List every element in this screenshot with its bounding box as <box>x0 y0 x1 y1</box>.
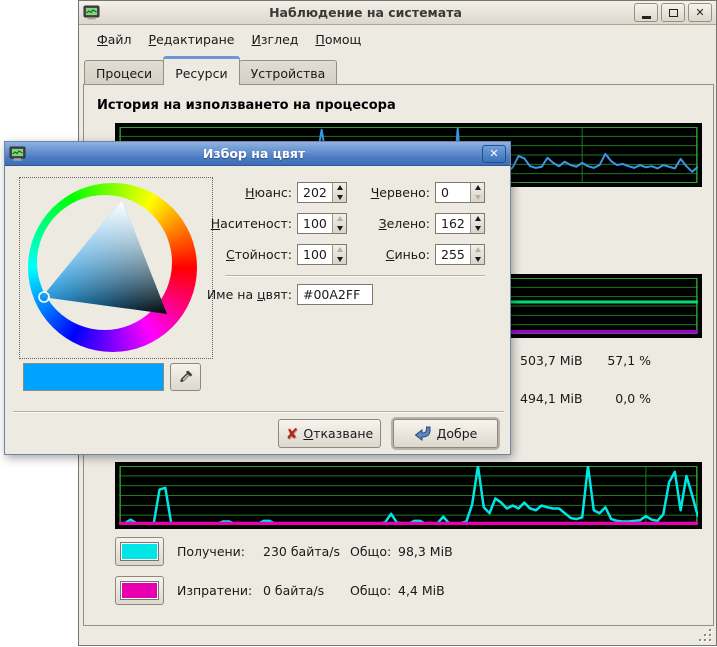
cancel-button[interactable]: ✘ Отказване <box>278 419 381 448</box>
spin-down-icon[interactable] <box>333 255 346 265</box>
menubar: Файл Редактиране Изглед Помощ <box>80 26 715 53</box>
ok-icon <box>414 426 432 441</box>
color-name-label: Име на цвят: <box>185 284 292 305</box>
spin-up-icon[interactable] <box>333 214 346 224</box>
red-spinner[interactable]: 0 <box>435 182 485 203</box>
menu-view[interactable]: Изглед <box>245 29 306 50</box>
system-monitor-icon <box>83 5 100 20</box>
tab-devices[interactable]: Устройства <box>239 60 338 85</box>
close-icon: ✕ <box>695 6 704 19</box>
memory-amount: 503,7 MiB <box>520 353 583 368</box>
memory-percent: 57,1 % <box>607 353 651 368</box>
received-total-label: Общо: <box>350 544 398 559</box>
main-window-title: Наблюдение на системата <box>100 5 631 20</box>
maximize-icon <box>669 9 678 17</box>
sent-color-button[interactable] <box>115 576 164 605</box>
spin-down-icon[interactable] <box>333 193 346 203</box>
spin-up-icon[interactable] <box>333 183 346 193</box>
received-color-button[interactable] <box>115 537 164 566</box>
spinner-value[interactable]: 202 <box>298 183 332 202</box>
minimize-button[interactable] <box>634 3 658 22</box>
color-preview <box>23 363 164 391</box>
spin-up-icon[interactable] <box>471 183 484 193</box>
color-name-input[interactable]: #00A2FF <box>297 284 373 305</box>
ok-label: Добре <box>437 426 478 441</box>
green-spinner[interactable]: 162 <box>435 213 485 234</box>
buttons-separator <box>13 411 504 413</box>
blue-label: Синьо: <box>350 244 430 265</box>
dialog-close-icon: ✕ <box>489 147 498 160</box>
saturation-spinner[interactable]: 100 <box>297 213 347 234</box>
resize-grip[interactable] <box>698 628 712 642</box>
sent-total: 4,4 MiB <box>398 583 445 598</box>
minimize-icon <box>642 16 651 19</box>
blue-spinner[interactable]: 255 <box>435 244 485 265</box>
spin-down-icon[interactable] <box>471 255 484 265</box>
statusbar <box>80 626 715 644</box>
eyedropper-button[interactable] <box>170 363 201 391</box>
spin-up-icon[interactable] <box>333 245 346 255</box>
swap-percent: 0,0 % <box>615 391 651 406</box>
spinner-value[interactable]: 100 <box>298 214 332 233</box>
spin-up-icon[interactable] <box>471 245 484 255</box>
sent-legend-row: Изпратени: 0 байта/s Общо: 4,4 MiB <box>115 576 703 605</box>
received-total: 98,3 MiB <box>398 544 453 559</box>
hue-label: Нюанс: <box>210 182 292 203</box>
red-label: Червено: <box>350 182 430 203</box>
cancel-label: Отказване <box>303 426 373 441</box>
value-label: Стойност: <box>210 244 292 265</box>
spin-down-icon[interactable] <box>471 224 484 234</box>
tab-resources[interactable]: Ресурси <box>163 56 239 85</box>
dialog-close-button[interactable]: ✕ <box>482 145 506 163</box>
dialog-titlebar[interactable]: Избор на цвят ✕ <box>5 142 510 166</box>
menu-file[interactable]: Файл <box>90 29 139 50</box>
color-wheel-area[interactable] <box>19 177 213 359</box>
menu-edit[interactable]: Редактиране <box>142 29 242 50</box>
spinner-value[interactable]: 100 <box>298 245 332 264</box>
memory-legend-row: 503,7 MiB 57,1 % <box>520 353 651 368</box>
cpu-history-heading: История на използването на процесора <box>97 98 396 113</box>
cancel-icon: ✘ <box>286 427 299 441</box>
hsv-triangle[interactable] <box>20 178 214 360</box>
received-rate: 230 байта/s <box>263 544 350 559</box>
fields-separator <box>225 275 485 277</box>
maximize-button[interactable] <box>661 3 685 22</box>
color-picker-dialog: Избор на цвят ✕ Нюанс: 2 <box>4 141 511 455</box>
sent-color-swatch <box>121 582 158 599</box>
received-label: Получени: <box>177 544 263 559</box>
swap-amount: 494,1 MiB <box>520 391 583 406</box>
hue-spinner[interactable]: 202 <box>297 182 347 203</box>
menu-help[interactable]: Помощ <box>308 29 368 50</box>
dialog-icon <box>9 146 26 161</box>
dialog-title: Избор на цвят <box>26 146 482 161</box>
eyedropper-icon <box>178 369 194 385</box>
ok-button[interactable]: Добре <box>393 419 498 448</box>
received-legend-row: Получени: 230 байта/s Общо: 98,3 MiB <box>115 537 703 566</box>
spinner-value[interactable]: 255 <box>436 245 470 264</box>
spin-up-icon[interactable] <box>471 214 484 224</box>
spinner-value[interactable]: 0 <box>436 183 470 202</box>
value-spinner[interactable]: 100 <box>297 244 347 265</box>
network-history-chart <box>115 462 702 529</box>
sent-label: Изпратени: <box>177 583 263 598</box>
tab-processes[interactable]: Процеси <box>84 60 164 85</box>
sent-rate: 0 байта/s <box>263 583 350 598</box>
green-label: Зелено: <box>350 213 430 234</box>
main-titlebar[interactable]: Наблюдение на системата ✕ <box>79 1 716 25</box>
spinner-value[interactable]: 162 <box>436 214 470 233</box>
swap-legend-row: 494,1 MiB 0,0 % <box>520 391 651 406</box>
tab-strip: Процеси Ресурси Устройства <box>84 56 711 85</box>
spin-down-icon[interactable] <box>471 193 484 203</box>
spin-down-icon[interactable] <box>333 224 346 234</box>
received-color-swatch <box>121 543 158 560</box>
close-button[interactable]: ✕ <box>688 3 712 22</box>
saturation-label: Наситеност: <box>210 213 292 234</box>
sent-total-label: Общо: <box>350 583 398 598</box>
